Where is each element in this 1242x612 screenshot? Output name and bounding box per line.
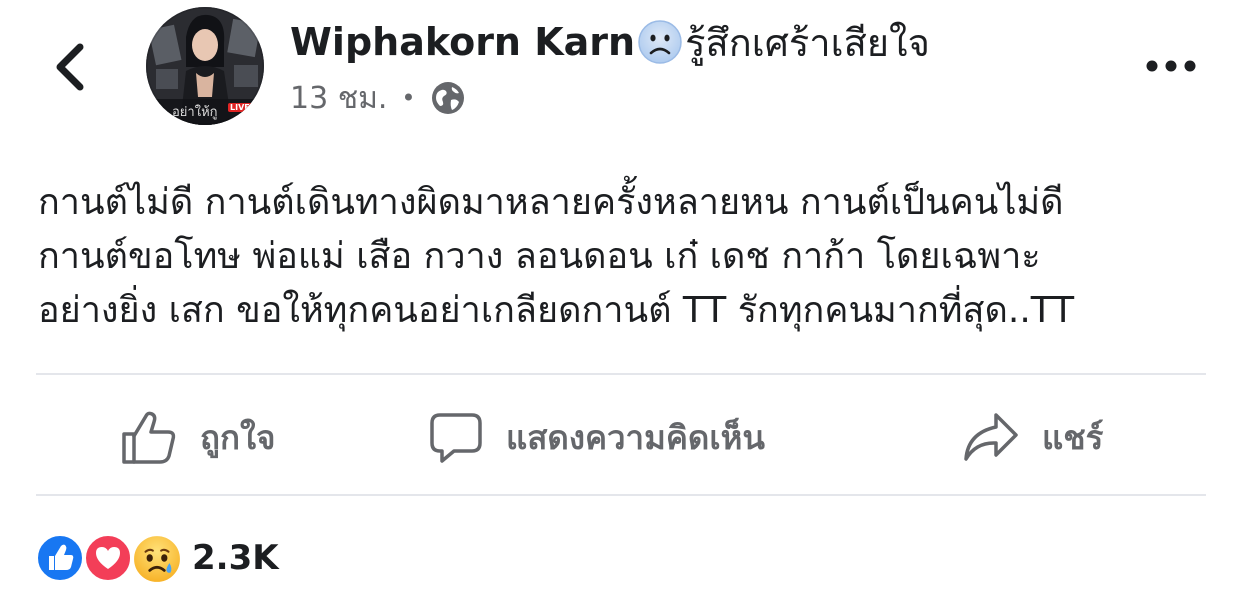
comment-button[interactable]: แสดงความคิดเห็น [428,402,765,472]
reactions-summary[interactable]: 2.3K [36,532,279,584]
like-reaction-icon [36,534,84,582]
comment-icon [430,413,482,463]
divider [36,373,1206,375]
globe-icon[interactable] [430,80,466,116]
avatar[interactable]: อย่าให้กู LIVE [146,7,264,125]
post-timestamp[interactable]: 13 ชม. [290,75,387,122]
post-text-line: กานต์ขอโทษ พ่อแม่ เสือ กวาง ลอนดอน เก๋ เ… [38,236,1041,277]
like-button[interactable]: ถูกใจ [120,402,275,472]
sad-reaction-icon [132,534,182,584]
thumbs-up-icon [122,411,176,464]
post-text-line: กานต์ไม่ดี กานต์เดินทางผิดมาหลายครั้งหลา… [38,182,1064,223]
author-name[interactable]: Wiphakorn Karn [290,20,635,64]
chevron-left-icon [56,43,84,91]
share-label: แชร์ [1042,417,1104,457]
meta-separator: • [401,84,416,112]
avatar-caption: อย่าให้กู [172,105,218,120]
like-label: ถูกใจ [200,417,276,457]
post-text: กานต์ไม่ดี กานต์เดินทางผิดมาหลายครั้งหลา… [38,176,1218,338]
share-arrow-icon [964,413,1018,461]
share-button[interactable]: แชร์ [962,402,1103,472]
divider [36,494,1206,496]
post-header-title: Wiphakorn Karn รู้สึกเศร้าเสียใจ [290,14,930,70]
sad-face-icon [638,20,682,64]
more-options-button[interactable] [1140,48,1202,84]
avatar-live-badge: LIVE [228,103,252,112]
love-reaction-icon [84,534,132,582]
more-icon [1146,60,1196,72]
feeling-label: รู้สึกเศร้าเสียใจ [685,20,930,65]
post-meta: 13 ชม. • [290,78,466,118]
post-text-line: อย่างยิ่ง เสก ขอให้ทุกคนอย่าเกลียดกานต์ … [38,290,1075,331]
reaction-count: 2.3K [192,538,279,578]
reaction-icons [36,532,184,584]
back-button[interactable] [48,38,92,96]
comment-label: แสดงความคิดเห็น [506,417,765,457]
